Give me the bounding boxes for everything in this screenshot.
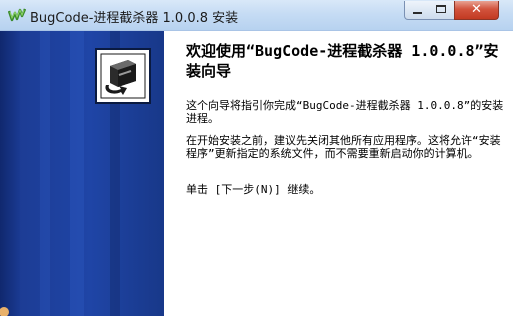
- sidebar-stripe: [70, 31, 84, 316]
- close-icon: ✕: [471, 2, 482, 17]
- window-title: BugCode-进程截杀器 1.0.0.8 安装: [30, 11, 239, 26]
- minimize-icon: [413, 12, 422, 14]
- wizard-content: 欢迎使用“BugCode-进程截杀器 1.0.0.8”安装向导 这个向导将指引你…: [164, 31, 513, 316]
- wizard-sidebar-banner: [0, 31, 164, 316]
- corner-decoration-icon: [0, 307, 9, 316]
- next-hint-text: 单击 [下一步(N)] 继续。: [186, 183, 321, 196]
- sidebar-stripe: [0, 31, 20, 316]
- installer-logo-icon: [95, 48, 151, 104]
- close-button[interactable]: ✕: [454, 1, 499, 20]
- advice-text: 在开始安装之前，建议先关闭其他所有应用程序。这将允许“安装程序”更新指定的系统文…: [186, 134, 501, 160]
- app-icon: [8, 8, 26, 22]
- installer-window: BugCode-进程截杀器 1.0.0.8 安装 ✕ 欢迎使用“BugCode-…: [0, 0, 513, 316]
- minimize-button[interactable]: [404, 1, 430, 20]
- intro-text: 这个向导将指引你完成“BugCode-进程截杀器 1.0.0.8”的安装进程。: [186, 99, 504, 125]
- maximize-icon: [436, 5, 446, 13]
- sidebar-stripe: [40, 31, 50, 316]
- maximize-button[interactable]: [429, 1, 455, 20]
- wizard-heading: 欢迎使用“BugCode-进程截杀器 1.0.0.8”安装向导: [186, 42, 499, 80]
- title-bar[interactable]: BugCode-进程截杀器 1.0.0.8 安装 ✕: [0, 0, 513, 31]
